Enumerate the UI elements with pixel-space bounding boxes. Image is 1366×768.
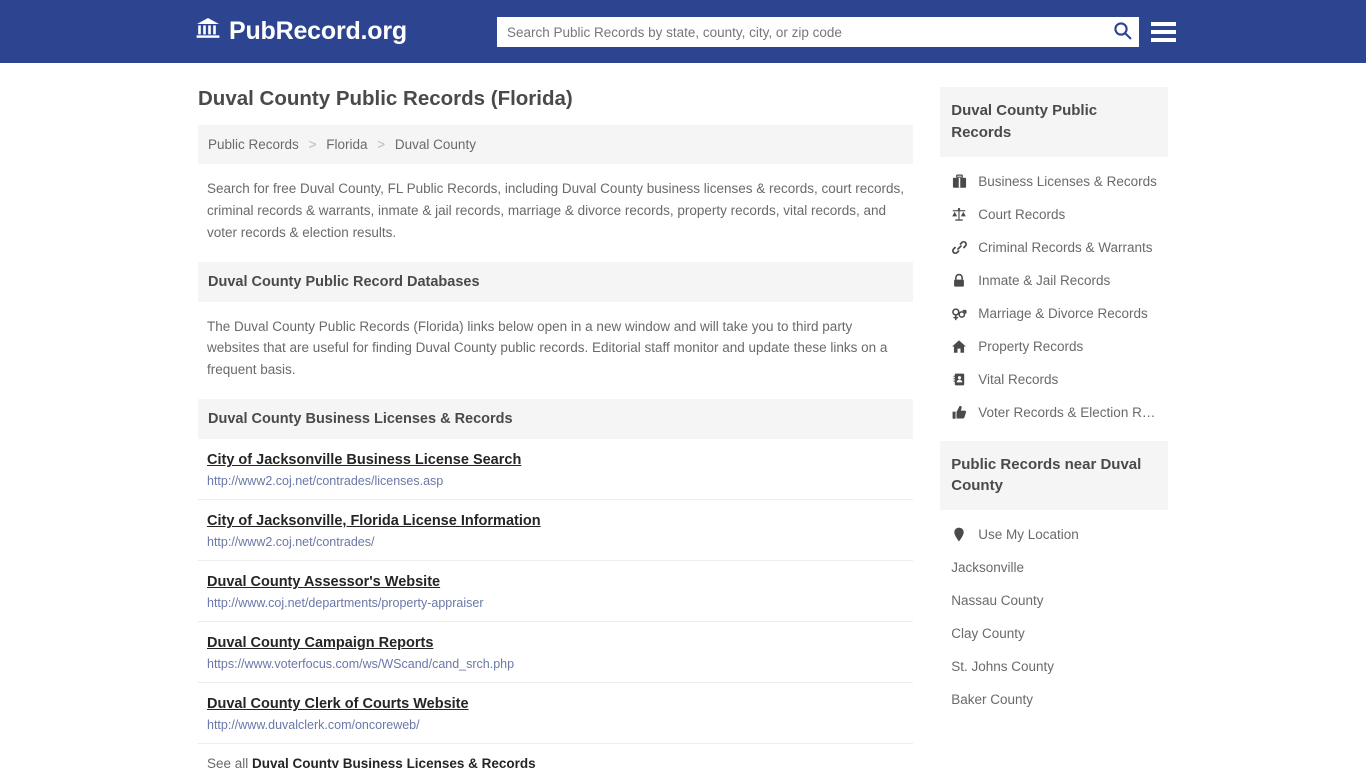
list-item[interactable]: City of Jacksonville Business License Se… xyxy=(198,439,914,501)
records-panel-title: Duval County Public Records xyxy=(940,87,1168,157)
sidebar-item-business-licenses[interactable]: Business Licenses & Records xyxy=(940,165,1168,198)
hamburger-bar xyxy=(1151,29,1176,34)
sidebar-item-label: Voter Records & Election R… xyxy=(978,404,1156,420)
sidebar-item-label: Criminal Records & Warrants xyxy=(978,239,1153,255)
sidebar-item-clay-county[interactable]: Clay County xyxy=(940,617,1168,650)
site-header: PubRecord.org xyxy=(0,0,1366,63)
nearby-panel: Public Records near Duval County Use My … xyxy=(940,440,1168,717)
map-pin-icon xyxy=(951,527,967,542)
breadcrumb-separator: > xyxy=(308,137,317,152)
record-link-url[interactable]: http://www2.coj.net/contrades/ xyxy=(207,535,904,549)
site-logo[interactable]: PubRecord.org xyxy=(196,17,407,46)
id-card-icon xyxy=(951,372,967,387)
record-link-list: City of Jacksonville Business License Se… xyxy=(198,439,914,745)
venus-mars-icon xyxy=(951,306,967,321)
sidebar-item-label: St. Johns County xyxy=(951,659,1055,674)
nearby-panel-title: Public Records near Duval County xyxy=(940,440,1168,510)
search-button[interactable] xyxy=(1105,17,1139,47)
sidebar-item-label: Business Licenses & Records xyxy=(978,173,1157,189)
list-item[interactable]: Duval County Clerk of Courts Website htt… xyxy=(198,683,914,745)
sidebar-item-label: Clay County xyxy=(951,626,1025,641)
breadcrumb-separator: > xyxy=(377,137,386,152)
sidebar-item-label: Marriage & Divorce Records xyxy=(978,305,1148,321)
sidebar-item-label: Use My Location xyxy=(978,527,1079,542)
record-link-title[interactable]: City of Jacksonville Business License Se… xyxy=(207,452,521,468)
sidebar-item-label: Jacksonville xyxy=(951,560,1025,575)
sidebar-item-court-records[interactable]: Court Records xyxy=(940,198,1168,231)
list-item[interactable]: Duval County Assessor's Website http://w… xyxy=(198,561,914,623)
sidebar-item-inmate-jail-records[interactable]: Inmate & Jail Records xyxy=(940,264,1168,297)
see-all-prefix: See all xyxy=(207,756,253,768)
record-link-title[interactable]: City of Jacksonville, Florida License In… xyxy=(207,513,541,529)
sidebar-item-jacksonville[interactable]: Jacksonville xyxy=(940,551,1168,584)
sidebar-item-nassau-county[interactable]: Nassau County xyxy=(940,584,1168,617)
record-link-url[interactable]: http://www2.coj.net/contrades/licenses.a… xyxy=(207,474,904,488)
hamburger-bar xyxy=(1151,21,1176,26)
sidebar-item-use-my-location[interactable]: Use My Location xyxy=(940,518,1168,551)
bank-icon xyxy=(196,17,220,46)
sidebar-item-label: Baker County xyxy=(951,692,1034,707)
nearby-panel-list: Use My Location Jacksonville Nassau Coun… xyxy=(940,510,1168,716)
sidebar-item-label: Court Records xyxy=(978,206,1066,222)
databases-heading: Duval County Public Record Databases xyxy=(198,261,914,302)
sidebar-item-st-johns-county[interactable]: St. Johns County xyxy=(940,650,1168,683)
breadcrumb: Public Records > Florida > Duval County xyxy=(198,125,914,164)
sidebar-item-voter-records[interactable]: Voter Records & Election R… xyxy=(940,396,1168,429)
list-item[interactable]: Duval County Campaign Reports https://ww… xyxy=(198,622,914,684)
record-link-title[interactable]: Duval County Clerk of Courts Website xyxy=(207,696,469,712)
sidebar: Duval County Public Records Business Lic… xyxy=(940,87,1168,768)
breadcrumb-item-duval-county[interactable]: Duval County xyxy=(395,137,476,152)
sidebar-item-property-records[interactable]: Property Records xyxy=(940,330,1168,363)
balance-scale-icon xyxy=(951,207,967,222)
page-title: Duval County Public Records (Florida) xyxy=(198,87,573,110)
briefcase-icon xyxy=(951,174,967,189)
record-link-title[interactable]: Duval County Assessor's Website xyxy=(207,574,440,590)
databases-paragraph: The Duval County Public Records (Florida… xyxy=(207,318,888,378)
records-panel: Duval County Public Records Business Lic… xyxy=(940,87,1168,429)
breadcrumb-item-florida[interactable]: Florida xyxy=(326,137,367,152)
sidebar-item-vital-records[interactable]: Vital Records xyxy=(940,363,1168,396)
record-link-url[interactable]: http://www.coj.net/departments/property-… xyxy=(207,596,904,610)
sidebar-item-label: Property Records xyxy=(978,338,1084,354)
site-logo-text: PubRecord.org xyxy=(229,17,407,45)
record-link-url[interactable]: https://www.voterfocus.com/ws/WScand/can… xyxy=(207,657,904,671)
hamburger-menu-icon[interactable] xyxy=(1151,19,1176,44)
sidebar-item-label: Inmate & Jail Records xyxy=(978,272,1111,288)
records-panel-list: Business Licenses & Records Court Record… xyxy=(940,157,1168,429)
lock-icon xyxy=(951,273,967,288)
hamburger-bar xyxy=(1151,37,1176,42)
sidebar-item-label: Nassau County xyxy=(951,593,1044,608)
sidebar-item-baker-county[interactable]: Baker County xyxy=(940,683,1168,716)
search-icon xyxy=(1113,21,1132,43)
intro-paragraph: Search for free Duval County, FL Public … xyxy=(207,181,905,240)
list-item[interactable]: City of Jacksonville, Florida License In… xyxy=(198,500,914,562)
sidebar-item-criminal-records[interactable]: Criminal Records & Warrants xyxy=(940,231,1168,264)
breadcrumb-item-public-records[interactable]: Public Records xyxy=(208,137,299,152)
chain-link-icon xyxy=(951,240,967,255)
record-link-title[interactable]: Duval County Campaign Reports xyxy=(207,635,433,651)
sidebar-item-label: Vital Records xyxy=(978,371,1059,387)
thumbs-up-icon xyxy=(951,405,967,420)
record-link-url[interactable]: http://www.duvalclerk.com/oncoreweb/ xyxy=(207,718,904,732)
search-input[interactable] xyxy=(497,18,1105,46)
main-content: Duval County Public Records (Florida) Pu… xyxy=(198,87,914,768)
see-all-row: See all Duval County Business Licenses &… xyxy=(198,744,913,768)
home-icon xyxy=(951,339,967,354)
search-bar[interactable] xyxy=(497,17,1139,47)
business-licenses-heading: Duval County Business Licenses & Records xyxy=(198,399,914,440)
page-body: Duval County Public Records (Florida) Pu… xyxy=(0,63,1366,768)
see-all-link[interactable]: Duval County Business Licenses & Records xyxy=(252,756,536,768)
sidebar-item-marriage-divorce-records[interactable]: Marriage & Divorce Records xyxy=(940,297,1168,330)
